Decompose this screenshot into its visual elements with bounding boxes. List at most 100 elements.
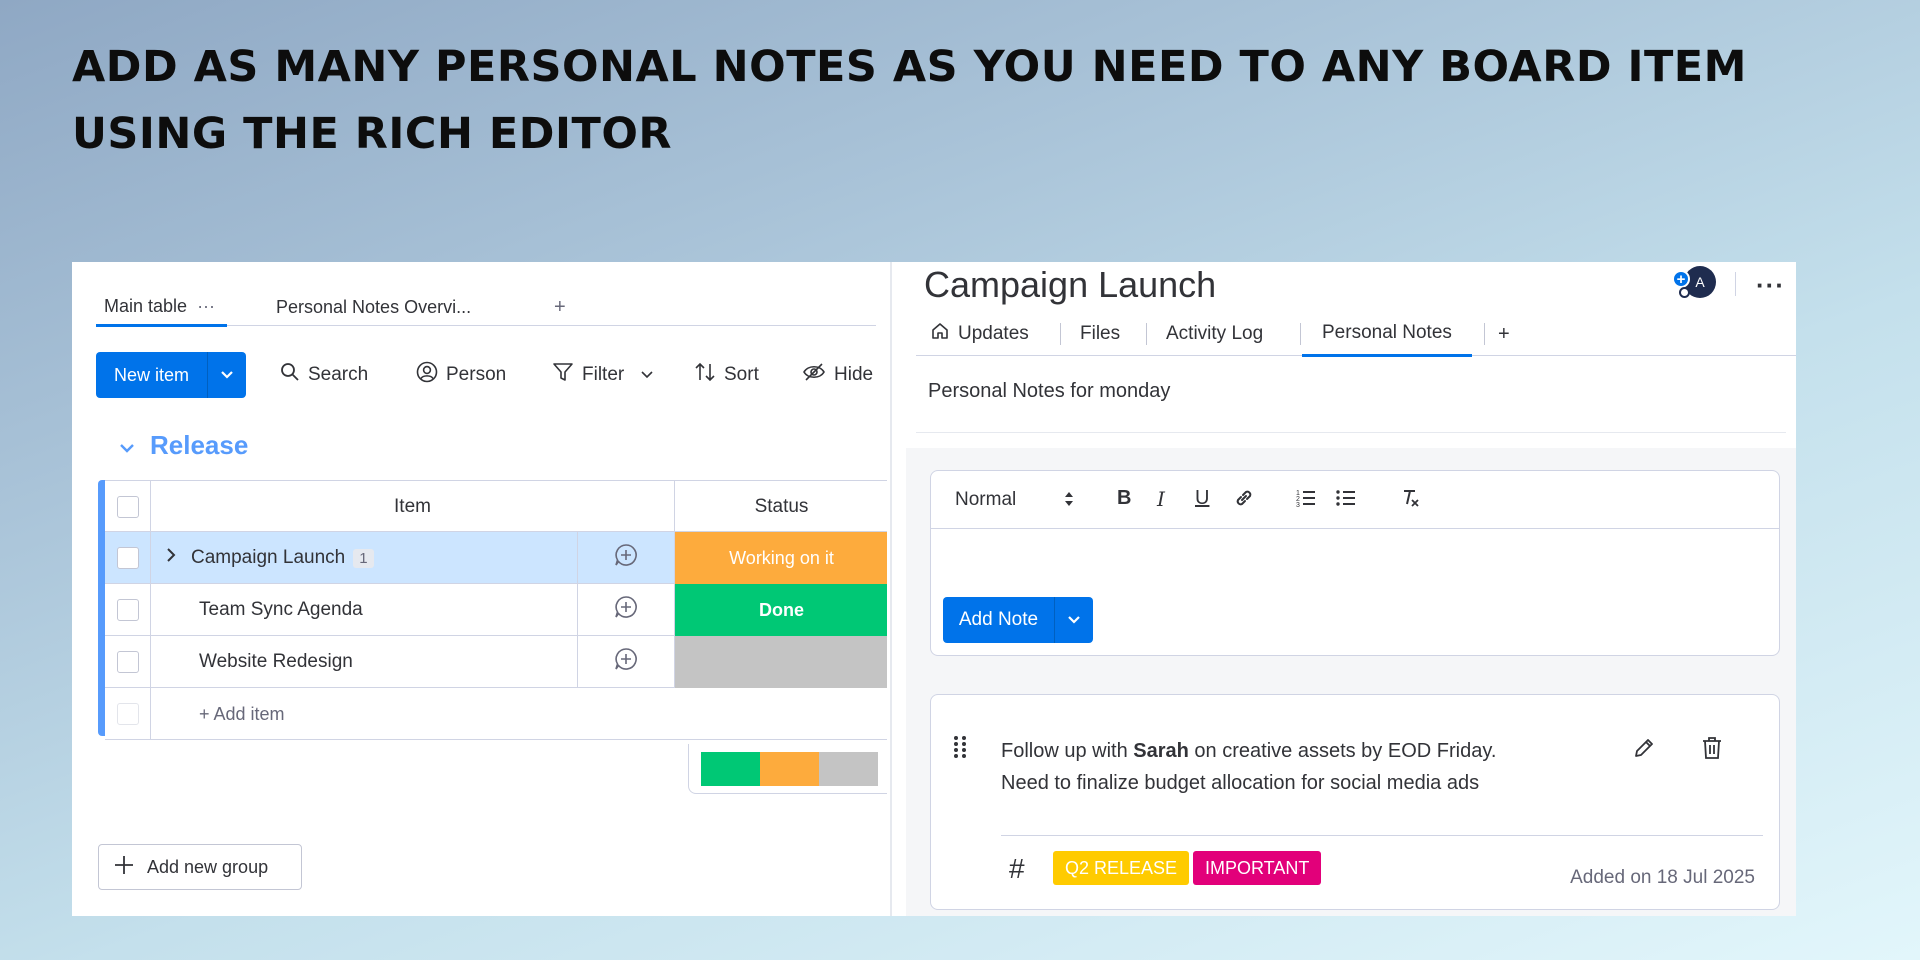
bold-icon[interactable]: B: [1117, 487, 1131, 510]
status-summary-segment: [760, 752, 819, 786]
clear-format-icon[interactable]: [1399, 487, 1421, 515]
row-checkbox[interactable]: [116, 599, 139, 621]
add-item-button[interactable]: + Add item: [151, 688, 887, 740]
item-name-cell[interactable]: Team Sync Agenda: [151, 584, 578, 636]
link-icon[interactable]: [1233, 487, 1255, 515]
edit-icon[interactable]: [1631, 735, 1657, 766]
bullet-list-icon[interactable]: [1335, 487, 1357, 515]
italic-icon[interactable]: I: [1157, 487, 1165, 511]
filter-button[interactable]: Filter: [552, 352, 654, 398]
item-name-cell[interactable]: Website Redesign: [151, 636, 578, 688]
board-table: Item Status Campaign Launch 1 Working on…: [98, 480, 887, 740]
status-summary-cell: [688, 744, 887, 794]
row-checkbox[interactable]: [116, 547, 139, 569]
item-name[interactable]: Team Sync Agenda: [199, 599, 363, 621]
group-color-bar: [98, 480, 105, 736]
filter-chevron-icon[interactable]: [640, 364, 654, 386]
note-actions: [1631, 735, 1725, 766]
tab-separator: [1060, 323, 1061, 345]
rich-text-editor[interactable]: Normal B I U 123 Add Note: [930, 470, 1780, 656]
tab-updates-label: Updates: [958, 323, 1029, 344]
tag-important[interactable]: IMPORTANT: [1193, 851, 1322, 885]
tab-main-table-label: Main table: [104, 295, 188, 316]
divider: [1735, 272, 1736, 296]
tag-q2-release[interactable]: Q2 RELEASE: [1053, 851, 1190, 885]
delete-icon[interactable]: [1699, 735, 1725, 766]
updates-cell[interactable]: [578, 532, 675, 584]
row-checkbox-cell: [105, 584, 151, 636]
eye-hidden-icon: [802, 361, 826, 389]
chevron-down-icon[interactable]: [118, 430, 136, 461]
note-text-part: Follow up with: [1001, 740, 1134, 762]
filter-icon: [552, 361, 574, 389]
status-cell[interactable]: Working on it: [675, 532, 887, 584]
chevron-right-icon[interactable]: [165, 546, 177, 570]
row-checkbox-cell: [105, 636, 151, 688]
hide-button[interactable]: Hide: [802, 352, 873, 398]
tab-personal-notes-overview[interactable]: Personal Notes Overvi...: [276, 288, 471, 326]
select-all-checkbox[interactable]: [116, 496, 139, 518]
drag-handle-icon[interactable]: [953, 735, 967, 764]
updates-cell[interactable]: [578, 636, 675, 688]
tab-personal-notes-label: Personal Notes: [1322, 322, 1452, 343]
add-update-icon[interactable]: [613, 646, 639, 678]
editor-toolbar: Normal B I U 123: [931, 471, 1779, 529]
add-update-icon[interactable]: [613, 542, 639, 574]
tab-more-icon[interactable]: ···: [197, 296, 215, 317]
svg-text:3: 3: [1296, 502, 1300, 509]
tab-updates[interactable]: Updates: [930, 312, 1029, 356]
tab-personal-notes[interactable]: Personal Notes: [1302, 312, 1472, 357]
tab-main-table[interactable]: Main table ···: [96, 288, 228, 327]
more-options-icon[interactable]: ···: [1756, 270, 1785, 301]
add-new-group-button[interactable]: Add new group: [98, 844, 302, 890]
status-summary-bar: [701, 752, 878, 786]
tag-hash-icon[interactable]: #: [1009, 853, 1025, 885]
note-text: Follow up with Sarah on creative assets …: [1001, 735, 1561, 799]
add-note-button[interactable]: Add Note: [943, 597, 1093, 643]
tab-activity-log-label: Activity Log: [1166, 323, 1264, 344]
screenshot-frame: Main table ··· Personal Notes Overvi... …: [72, 262, 1796, 916]
note-added-date: Added on 18 Jul 2025: [1570, 867, 1755, 888]
add-subscriber-icon[interactable]: +: [1672, 270, 1690, 288]
text-style-select[interactable]: Normal: [955, 489, 1016, 511]
status-cell[interactable]: [675, 636, 887, 688]
new-item-label: New item: [96, 352, 208, 398]
add-update-icon[interactable]: [613, 594, 639, 626]
item-name[interactable]: Campaign Launch: [191, 547, 345, 569]
item-name[interactable]: Website Redesign: [199, 651, 353, 673]
group-header[interactable]: Release: [118, 430, 248, 461]
status-column-header[interactable]: Status: [675, 481, 887, 533]
table-row[interactable]: Campaign Launch 1 Working on it: [105, 532, 887, 584]
chevron-down-icon[interactable]: [1055, 597, 1093, 643]
plus-icon: [113, 854, 135, 881]
tab-activity-log[interactable]: Activity Log: [1166, 312, 1263, 356]
row-checkbox[interactable]: [116, 651, 139, 673]
row-checkbox-cell: [105, 532, 151, 584]
table-row[interactable]: Website Redesign: [105, 636, 887, 688]
add-tab-button[interactable]: +: [1498, 312, 1510, 356]
tab-files[interactable]: Files: [1080, 312, 1120, 356]
sort-label: Sort: [724, 364, 759, 385]
item-column-header[interactable]: Item: [151, 481, 675, 533]
search-button[interactable]: Search: [280, 352, 368, 398]
sort-button[interactable]: Sort: [694, 352, 759, 398]
ordered-list-icon[interactable]: 123: [1295, 487, 1317, 515]
item-title[interactable]: Campaign Launch: [924, 264, 1216, 306]
avatar-status-badge: [1679, 287, 1690, 298]
select-arrows-icon[interactable]: [1063, 489, 1075, 515]
updates-cell[interactable]: [578, 584, 675, 636]
group-name[interactable]: Release: [150, 430, 248, 461]
status-cell[interactable]: Done: [675, 584, 887, 636]
divider: [916, 432, 1786, 433]
status-summary-segment: [701, 752, 760, 786]
item-name-cell[interactable]: Campaign Launch 1: [151, 532, 578, 584]
new-item-button[interactable]: New item: [96, 352, 246, 398]
table-row[interactable]: Team Sync Agenda Done: [105, 584, 887, 636]
status-label: Done: [759, 599, 804, 620]
underline-icon[interactable]: U: [1195, 487, 1209, 510]
chevron-down-icon[interactable]: [208, 352, 246, 398]
personal-notes-subtitle: Personal Notes for monday: [928, 380, 1171, 402]
board-view: Main table ··· Personal Notes Overvi... …: [72, 262, 887, 916]
add-view-button[interactable]: +: [554, 296, 566, 319]
person-button[interactable]: Person: [416, 352, 506, 398]
